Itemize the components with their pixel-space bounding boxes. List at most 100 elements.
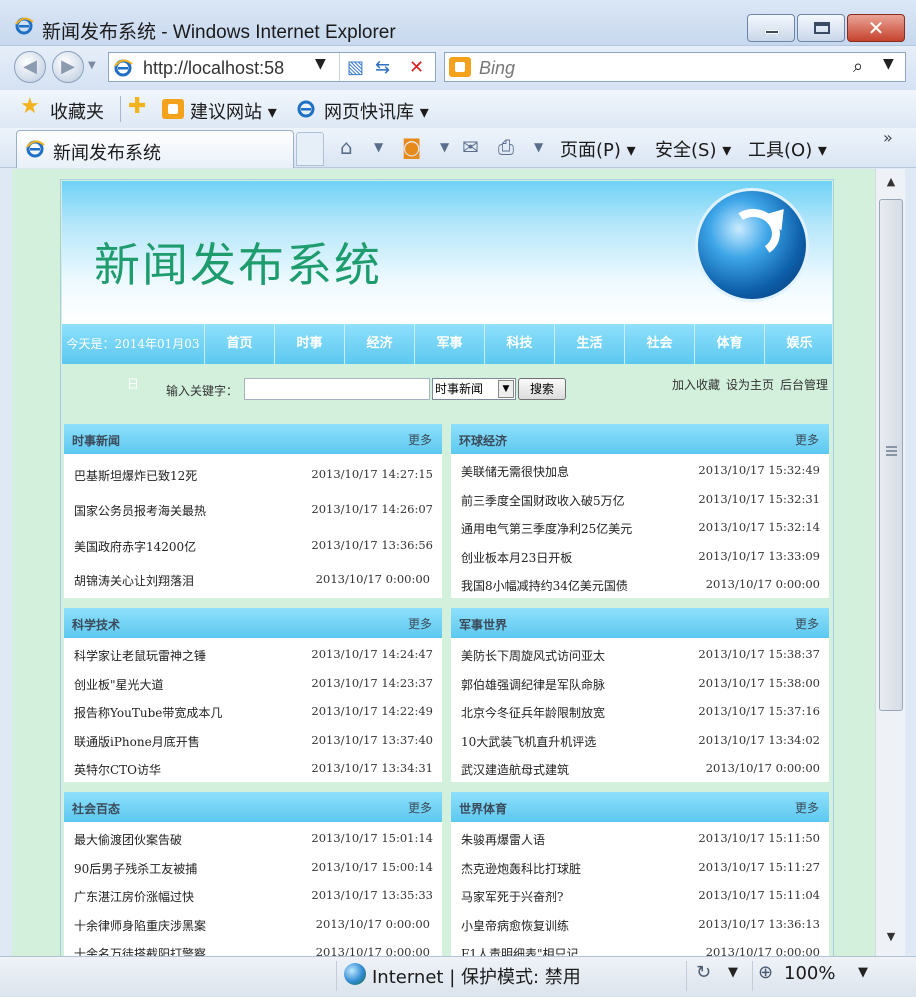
list-item[interactable]: 科学家让老鼠玩雷神之锤 2013/10/17 14:24:47 <box>64 644 442 666</box>
category-select-value: 时事新闻 <box>435 382 484 396</box>
list-item[interactable]: 小皇帝病愈恢复训练 2013/10/17 13:36:13 <box>451 914 829 936</box>
nav-current-affairs[interactable]: 时事 <box>274 324 344 364</box>
zoom-icon[interactable]: ⊕ <box>758 962 773 983</box>
list-item[interactable]: 90后男子残杀工友被捕 2013/10/17 15:00:14 <box>64 857 442 879</box>
more-link[interactable]: 更多 <box>408 431 432 448</box>
accessibility-icon[interactable]: ↻ <box>696 962 711 983</box>
close-button[interactable]: ✕ <box>847 14 905 42</box>
more-link[interactable]: 更多 <box>408 615 432 632</box>
list-item[interactable]: 前三季度全国财政收入破5万亿 2013/10/17 15:32:31 <box>451 489 829 511</box>
add-favorite-icon[interactable]: ✚ <box>128 94 146 119</box>
nav-economy[interactable]: 经济 <box>344 324 414 364</box>
nav-technology[interactable]: 科技 <box>484 324 554 364</box>
home-icon[interactable]: ⌂ <box>340 135 353 159</box>
list-item[interactable]: 报告称YouTube带宽成本几 2013/10/17 14:22:49 <box>64 701 442 723</box>
list-item[interactable]: 10大武装飞机直升机评选 2013/10/17 13:34:02 <box>451 730 829 752</box>
scroll-up-icon[interactable]: ▲ <box>878 175 904 197</box>
list-item[interactable]: 美联储无需很快加息 2013/10/17 15:32:49 <box>451 460 829 482</box>
more-commands-icon[interactable]: » <box>883 128 893 147</box>
list-item[interactable]: 英特尔CTO访华 2013/10/17 13:34:31 <box>64 758 442 780</box>
list-item[interactable]: 创业板本月23日开板 2013/10/17 13:33:09 <box>451 546 829 568</box>
list-item[interactable]: 杰克逊炮轰科比打球脏 2013/10/17 15:11:27 <box>451 857 829 879</box>
list-item[interactable]: 巴基斯坦爆炸已致12死 2013/10/17 14:27:15 <box>64 464 442 486</box>
address-bar[interactable]: http://localhost:58 ▼ ▧ ⇆ ✕ <box>108 52 436 82</box>
address-url[interactable]: http://localhost:58 <box>143 58 284 79</box>
zoom-level[interactable]: 100% <box>784 963 835 984</box>
search-icon[interactable]: ⌕ <box>853 56 863 77</box>
nav-entertainment[interactable]: 娱乐 <box>764 324 834 364</box>
more-link[interactable]: 更多 <box>408 799 432 816</box>
web-slice-gallery-link[interactable]: 网页快讯库 ▾ <box>324 98 429 124</box>
list-item[interactable]: F1人责明细表"相只记 2013/10/17 0:00:00 <box>451 942 829 956</box>
home-dropdown-icon[interactable]: ▼ <box>374 140 383 154</box>
list-item[interactable]: 美防长下周旋风式访问亚太 2013/10/17 15:38:37 <box>451 644 829 666</box>
feed-dropdown-icon[interactable]: ▼ <box>440 140 449 154</box>
back-button[interactable]: ◀ <box>14 51 46 83</box>
maximize-button[interactable] <box>797 14 845 42</box>
list-item[interactable]: 北京今冬征兵年龄限制放宽 2013/10/17 15:37:16 <box>451 701 829 723</box>
stop-icon[interactable]: ✕ <box>409 57 424 78</box>
list-item[interactable]: 胡锦涛关心让刘翔落泪 2013/10/17 0:00:00 <box>64 569 442 591</box>
suggested-sites-link[interactable]: 建议网站 ▾ <box>190 98 277 124</box>
new-tab-button[interactable] <box>296 132 324 166</box>
print-dropdown-icon[interactable]: ▼ <box>534 140 543 154</box>
list-item[interactable]: 美国政府赤字14200亿 2013/10/17 13:36:56 <box>64 535 442 557</box>
list-item[interactable]: 郭伯雄强调纪律是军队命脉 2013/10/17 15:38:00 <box>451 673 829 695</box>
keyword-label: 输入关键字： <box>166 384 239 398</box>
history-dropdown-icon[interactable]: ▼ <box>88 60 96 71</box>
more-link[interactable]: 更多 <box>795 615 819 632</box>
scroll-thumb[interactable] <box>879 199 903 711</box>
refresh-icon[interactable]: ⇆ <box>375 57 390 78</box>
tools-menu[interactable]: 工具(O) ▾ <box>748 136 827 162</box>
forward-button[interactable]: ▶ <box>52 51 84 83</box>
add-favorite-link[interactable]: 加入收藏 <box>672 378 720 392</box>
safety-menu[interactable]: 安全(S) ▾ <box>655 136 731 162</box>
list-item[interactable]: 最大偷渡团伙案告破 2013/10/17 15:01:14 <box>64 828 442 850</box>
scroll-down-icon[interactable]: ▼ <box>878 930 904 952</box>
favorites-button[interactable]: 收藏夹 <box>50 98 104 124</box>
list-item[interactable]: 广东湛江房价涨幅过快 2013/10/17 13:35:33 <box>64 885 442 907</box>
zone-status[interactable]: Internet | 保护模式: 禁用 <box>372 963 581 989</box>
list-item[interactable]: 国家公务员报考海关最热 2013/10/17 14:26:07 <box>64 499 442 521</box>
nav-military[interactable]: 军事 <box>414 324 484 364</box>
list-item[interactable]: 武汉建造航母式建筑 2013/10/17 0:00:00 <box>451 758 829 780</box>
zoom-dropdown-icon[interactable]: ▼ <box>858 965 868 980</box>
nav-sports[interactable]: 体育 <box>694 324 764 364</box>
list-item[interactable]: 通用电气第三季度净利25亿美元 2013/10/17 15:32:14 <box>451 517 829 539</box>
back-arrow-icon: ◀ <box>23 56 37 77</box>
nav-life[interactable]: 生活 <box>554 324 624 364</box>
page-menu[interactable]: 页面(P) ▾ <box>560 136 636 162</box>
print-icon[interactable]: ⎙ <box>498 135 514 159</box>
keyword-input[interactable] <box>244 378 430 400</box>
list-item[interactable]: 朱骏再爆雷人语 2013/10/17 15:11:50 <box>451 828 829 850</box>
search-dropdown-icon[interactable]: ▼ <box>883 56 894 72</box>
address-dropdown-icon[interactable]: ▼ <box>315 56 326 72</box>
panel-current-affairs: 时事新闻 更多 巴基斯坦爆炸已致12死 2013/10/17 14:27:15 国… <box>64 424 442 598</box>
list-item[interactable]: 我国8小幅减持约34亿美元国债 2013/10/17 0:00:00 <box>451 574 829 596</box>
tab-news-system[interactable]: 新闻发布系统 <box>16 130 294 168</box>
read-mail-icon[interactable]: ✉ <box>462 135 479 159</box>
select-arrow-icon: ▼ <box>498 380 514 398</box>
minimize-button[interactable] <box>747 14 795 42</box>
list-item[interactable]: 联通版iPhone月底开售 2013/10/17 13:37:40 <box>64 730 442 752</box>
set-homepage-link[interactable]: 设为主页 <box>726 378 774 392</box>
list-item[interactable]: 马家军死于兴奋剂? 2013/10/17 15:11:04 <box>451 885 829 907</box>
more-link[interactable]: 更多 <box>795 431 819 448</box>
list-item[interactable]: 十余律师身陷重庆涉黑案 2013/10/17 0:00:00 <box>64 914 442 936</box>
accessibility-dropdown-icon[interactable]: ▼ <box>728 965 738 980</box>
category-select[interactable]: 时事新闻 ▼ <box>432 378 516 400</box>
compatibility-view-icon[interactable]: ▧ <box>347 57 364 78</box>
more-link[interactable]: 更多 <box>795 799 819 816</box>
vertical-scrollbar[interactable]: ▲ ▼ <box>875 169 905 956</box>
rss-feed-icon[interactable]: ◙ <box>402 135 421 159</box>
nav-home[interactable]: 首页 <box>204 324 274 364</box>
search-button[interactable]: 搜索 <box>518 378 566 400</box>
search-box[interactable]: Bing ⌕ ▼ <box>444 52 906 82</box>
list-item[interactable]: 十余名万徒搭截阳打警察 2013/10/17 0:00:00 <box>64 942 442 956</box>
nav-society[interactable]: 社会 <box>624 324 694 364</box>
favorites-bar: ★ 收藏夹 ✚ 建议网站 ▾ 网页快讯库 ▾ <box>0 90 916 128</box>
search-input[interactable]: Bing <box>479 58 515 79</box>
list-item[interactable]: 创业板"星光大道 2013/10/17 14:23:37 <box>64 673 442 695</box>
address-row: ◀ ▶ ▼ http://localhost:58 ▼ ▧ ⇆ ✕ Bing ⌕… <box>0 46 916 90</box>
admin-link[interactable]: 后台管理 <box>780 378 828 392</box>
